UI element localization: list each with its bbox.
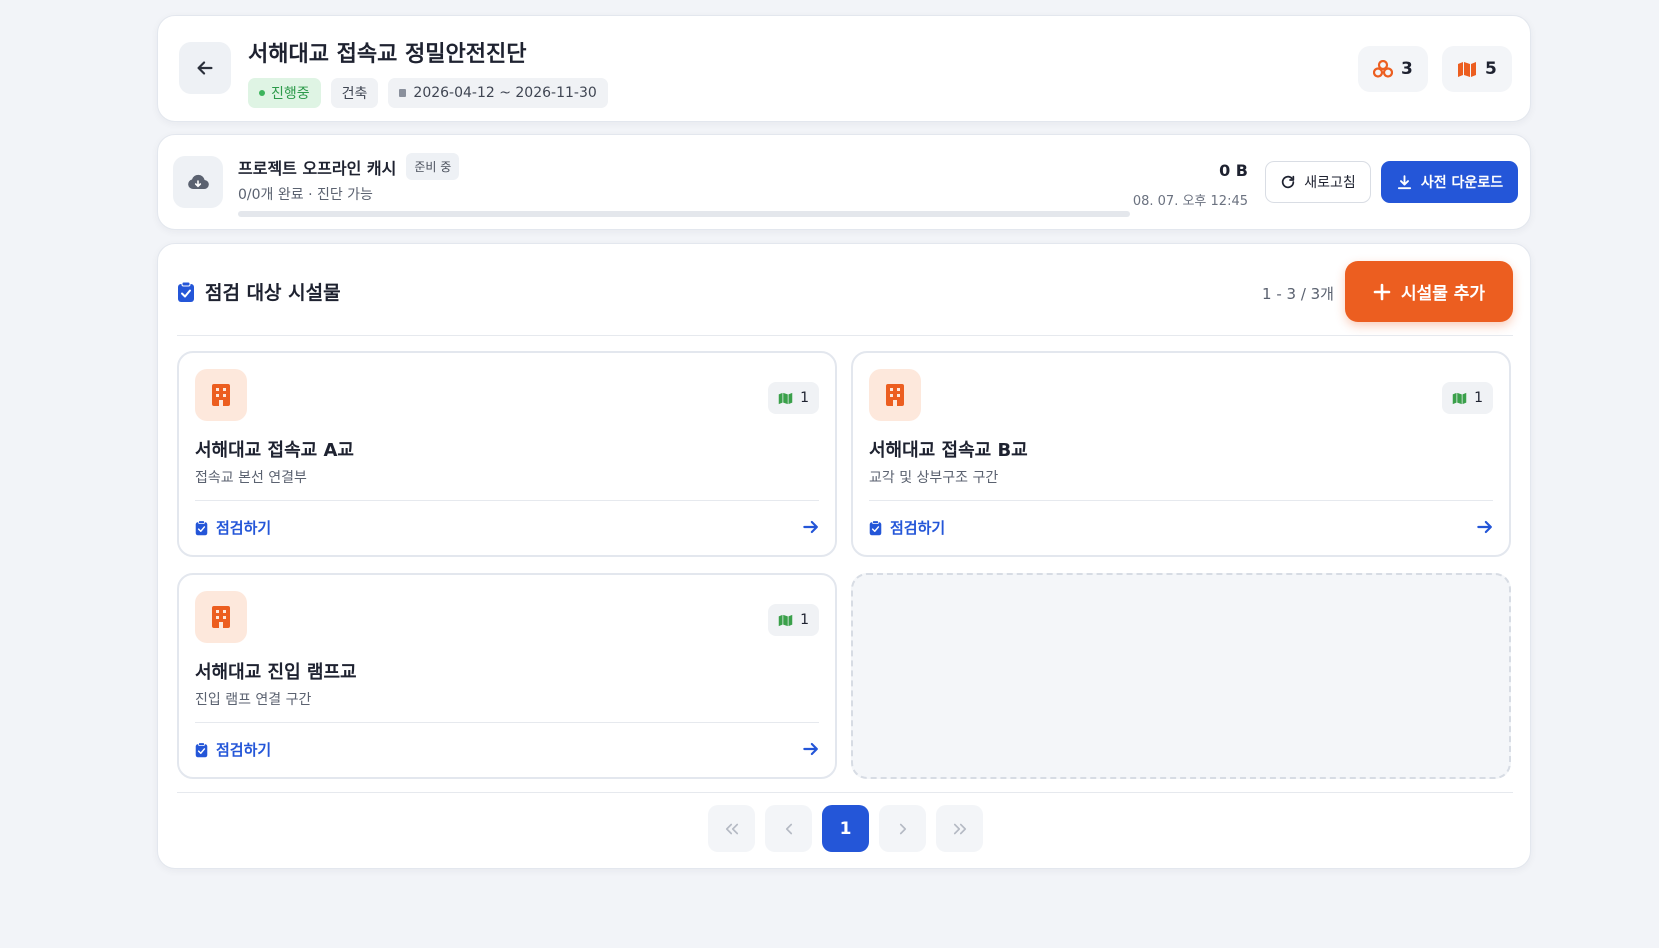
status-badge: 진행중 [248, 78, 321, 108]
inspect-label: 점검하기 [216, 519, 272, 537]
arrow-left-icon [197, 61, 213, 75]
chevron-right-icon [899, 823, 906, 834]
facility-count: 3 [1401, 59, 1413, 79]
facility-count-badge: 3 [1358, 46, 1428, 92]
building-icon-box [869, 369, 921, 421]
section-title-text: 점검 대상 시설물 [205, 282, 341, 304]
chevrons-left-icon [725, 823, 738, 834]
map-count-badge: 5 [1442, 46, 1512, 92]
cache-title-text: 프로젝트 오프라인 캐시 [238, 158, 397, 178]
building-icon-box [195, 369, 247, 421]
facility-name: 서해대교 진입 램프교 [195, 662, 357, 683]
clipboard-check-icon [178, 281, 194, 302]
clipboard-check-icon [195, 519, 208, 535]
cache-size: 0 B [1219, 161, 1248, 180]
result-range: 1 - 3 / 3개 [1262, 285, 1334, 303]
inspect-label: 점검하기 [216, 741, 272, 759]
building-icon [212, 384, 230, 406]
building-icon [212, 606, 230, 628]
map-count-badge: 1 [768, 604, 819, 636]
facility-card[interactable]: 1 서해대교 접속교 B교 교각 및 상부구조 구간 점검하기 [851, 351, 1511, 557]
cache-updated-time: 08. 07. 오후 12:45 [1132, 194, 1248, 209]
download-icon [1397, 174, 1412, 189]
arrow-right-icon[interactable] [1475, 517, 1495, 537]
inspect-link[interactable]: 점검하기 [869, 517, 945, 538]
facility-name: 서해대교 접속교 A교 [195, 440, 354, 461]
offline-cache-panel: 프로젝트 오프라인 캐시 준비 중 0/0개 완료 · 진단 가능 0 B 08… [157, 134, 1531, 230]
divider [177, 792, 1513, 793]
calendar-icon [399, 89, 407, 97]
map-count: 1 [800, 390, 809, 406]
facility-description: 진입 램프 연결 구간 [195, 692, 312, 708]
facility-card[interactable]: 1 서해대교 접속교 A교 접속교 본선 연결부 점검하기 [177, 351, 837, 557]
map-count: 1 [800, 612, 809, 628]
map-count-badge: 1 [1442, 382, 1493, 414]
map-icon [778, 392, 793, 404]
refresh-label: 새로고침 [1304, 175, 1356, 191]
arrow-right-icon[interactable] [801, 517, 821, 537]
add-facility-button[interactable]: 시설물 추가 [1345, 261, 1513, 322]
last-page-button[interactable] [936, 805, 983, 852]
divider [869, 500, 1493, 501]
status-text: 진행중 [271, 86, 310, 102]
plus-icon [1373, 283, 1391, 300]
facility-description: 교각 및 상부구조 구간 [869, 470, 999, 486]
status-dot-icon [259, 90, 265, 96]
next-page-button[interactable] [879, 805, 926, 852]
cache-progress-bar [238, 211, 1130, 217]
cache-status-badge: 준비 중 [406, 153, 460, 180]
inspect-link[interactable]: 점검하기 [195, 517, 271, 538]
chevron-left-icon [785, 823, 792, 834]
divider [195, 722, 819, 723]
facility-card[interactable]: 1 서해대교 진입 램프교 진입 램프 연결 구간 점검하기 [177, 573, 837, 779]
inspect-link[interactable]: 점검하기 [195, 739, 271, 760]
predownload-button[interactable]: 사전 다운로드 [1381, 161, 1518, 203]
refresh-icon [1282, 175, 1295, 189]
period-text: 2026-04-12 ~ 2026-11-30 [413, 85, 597, 101]
refresh-button[interactable]: 새로고침 [1265, 161, 1371, 203]
map-count: 1 [1474, 390, 1483, 406]
arrow-right-icon[interactable] [801, 739, 821, 759]
prev-page-button[interactable] [765, 805, 812, 852]
facilities-panel: 점검 대상 시설물 1 - 3 / 3개 시설물 추가 1 서해대교 접속교 A… [157, 243, 1531, 869]
section-title: 점검 대상 시설물 [177, 278, 341, 305]
clipboard-check-icon [869, 519, 882, 535]
empty-card-placeholder [851, 573, 1511, 779]
map-icon [778, 614, 793, 626]
period-badge: 2026-04-12 ~ 2026-11-30 [388, 78, 608, 108]
project-tags: 진행중 건축 2026-04-12 ~ 2026-11-30 [248, 78, 608, 108]
cache-progress-text: 0/0개 완료 · 진단 가능 [238, 187, 373, 203]
facility-description: 접속교 본선 연결부 [195, 470, 307, 486]
first-page-button[interactable] [708, 805, 755, 852]
project-header: 서해대교 접속교 정밀안전진단 진행중 건축 2026-04-12 ~ 2026… [157, 15, 1531, 122]
divider [195, 500, 819, 501]
inspect-label: 점검하기 [890, 519, 946, 537]
cloud-download-icon [188, 174, 209, 190]
chevrons-right-icon [953, 823, 966, 834]
divider [177, 335, 1513, 336]
clipboard-check-icon [195, 741, 208, 757]
cloud-download-icon-box [173, 156, 223, 208]
back-button[interactable] [179, 42, 231, 94]
predownload-label: 사전 다운로드 [1420, 175, 1504, 191]
add-facility-label: 시설물 추가 [1400, 284, 1486, 304]
facilities-icon [1373, 60, 1393, 78]
cache-title: 프로젝트 오프라인 캐시 준비 중 [238, 153, 460, 180]
map-icon [1458, 61, 1476, 77]
building-icon-box [195, 591, 247, 643]
map-count: 5 [1485, 59, 1497, 79]
building-icon [886, 384, 904, 406]
pagination: 1 [708, 805, 983, 852]
map-count-badge: 1 [768, 382, 819, 414]
facility-name: 서해대교 접속교 B교 [869, 440, 1028, 461]
map-icon [1452, 392, 1467, 404]
page-button-current[interactable]: 1 [822, 805, 869, 852]
project-title: 서해대교 접속교 정밀안전진단 [248, 42, 527, 67]
category-badge: 건축 [330, 78, 379, 108]
